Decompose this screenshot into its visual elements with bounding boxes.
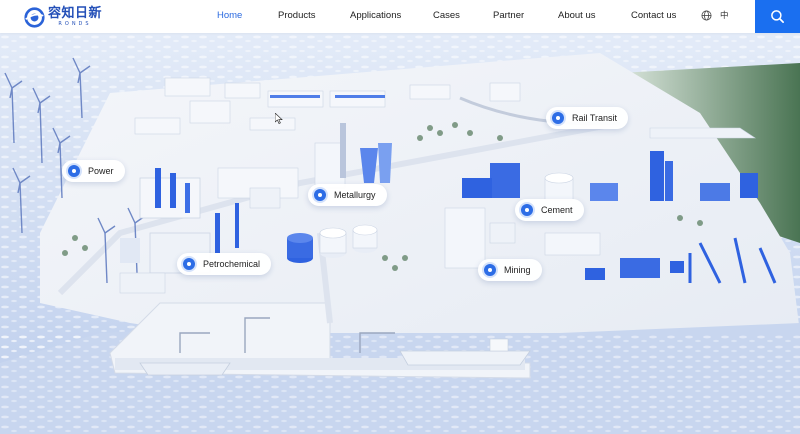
ronds-logo-icon bbox=[24, 6, 45, 28]
ship-right bbox=[399, 350, 531, 366]
language-label: 中 bbox=[720, 11, 729, 21]
hotspot-mining[interactable]: Mining bbox=[478, 259, 542, 281]
isometric-industrial-scene bbox=[0, 33, 800, 434]
brand-logo[interactable]: 容知日新 RONDS bbox=[24, 3, 102, 31]
search-icon bbox=[771, 10, 784, 23]
top-navigation-bar: 容知日新 RONDS Home Products Applications Ca… bbox=[0, 0, 800, 33]
hotspot-cement[interactable]: Cement bbox=[515, 199, 584, 221]
ship-bridge bbox=[489, 338, 509, 352]
hotspot-marker-icon bbox=[484, 264, 496, 276]
hotspot-label: Cement bbox=[541, 205, 573, 215]
nav-home[interactable]: Home bbox=[217, 10, 242, 21]
globe-icon bbox=[701, 10, 712, 20]
search-button[interactable] bbox=[755, 0, 800, 33]
hotspot-label: Petrochemical bbox=[203, 259, 261, 269]
language-switcher[interactable]: 中 bbox=[701, 9, 729, 21]
logo-english-name: RONDS bbox=[58, 21, 92, 27]
hotspot-label: Rail Transit bbox=[572, 113, 618, 123]
logo-chinese-name: 容知日新 bbox=[48, 6, 103, 21]
hotspot-label: Metallurgy bbox=[334, 190, 376, 200]
nav-contact-us[interactable]: Contact us bbox=[631, 10, 676, 21]
industrial-park-hero: Power Metallurgy Rail Transit Cement Pet… bbox=[0, 33, 800, 434]
nav-about-us[interactable]: About us bbox=[558, 10, 596, 21]
nav-applications[interactable]: Applications bbox=[350, 10, 401, 21]
hotspot-petrochemical[interactable]: Petrochemical bbox=[177, 253, 272, 275]
nav-products[interactable]: Products bbox=[278, 10, 316, 21]
hotspot-label: Power bbox=[88, 166, 114, 176]
hotspot-power[interactable]: Power bbox=[62, 160, 125, 182]
mouse-cursor-icon bbox=[275, 113, 283, 124]
hotspot-metallurgy[interactable]: Metallurgy bbox=[308, 184, 387, 206]
hotspot-marker-icon bbox=[183, 258, 195, 270]
nav-cases[interactable]: Cases bbox=[433, 10, 460, 21]
hotspot-label: Mining bbox=[504, 265, 531, 275]
hotspot-marker-icon bbox=[521, 204, 533, 216]
nav-partner[interactable]: Partner bbox=[493, 10, 524, 21]
hotspot-marker-icon bbox=[314, 189, 326, 201]
logo-wordmark: 容知日新 RONDS bbox=[48, 7, 102, 27]
ship-left bbox=[139, 362, 231, 376]
hotspot-marker-icon bbox=[68, 165, 80, 177]
hotspot-rail-transit[interactable]: Rail Transit bbox=[546, 107, 629, 129]
hotspot-marker-icon bbox=[552, 112, 564, 124]
